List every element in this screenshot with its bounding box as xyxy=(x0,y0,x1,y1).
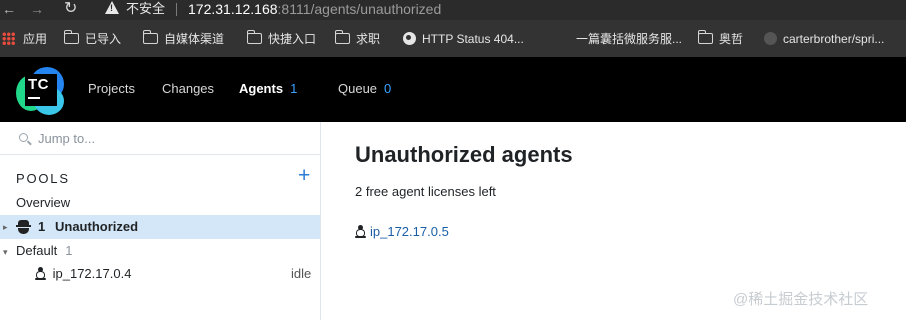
unauthorized-count: 1 xyxy=(38,219,46,234)
default-pool-count: 1 xyxy=(65,243,73,258)
linux-icon xyxy=(35,267,46,280)
bookmark-http-404[interactable]: HTTP Status 404... xyxy=(403,30,524,48)
bookmark-label: carterbrother/spri... xyxy=(783,32,885,46)
license-info: 2 free agent licenses left xyxy=(355,184,496,199)
add-pool-button[interactable]: + xyxy=(298,165,310,186)
url-field[interactable]: 172.31.12.168:8111/agents/unauthorized xyxy=(188,0,441,18)
not-secure-label[interactable]: 不安全 xyxy=(126,0,165,18)
nav-label: Projects xyxy=(88,81,135,96)
page-title: Unauthorized agents xyxy=(355,142,573,167)
agent-status: idle xyxy=(291,266,312,281)
jump-to-search xyxy=(0,122,321,155)
warning-icon[interactable] xyxy=(105,1,119,14)
bookmark-imported[interactable]: 已导入 xyxy=(64,30,121,48)
bookmark-label: 已导入 xyxy=(85,32,122,46)
bookmark-aozhe[interactable]: 奥哲 xyxy=(698,30,743,48)
sidebar-item-default-pool[interactable]: ▾ Default 1 xyxy=(0,239,320,263)
agent-entry: ip_172.17.0.4 xyxy=(35,262,131,286)
watermark: @稀土掘金技术社区 xyxy=(733,291,869,308)
nav-label: Queue xyxy=(338,81,378,96)
main-content: Unauthorized agents 2 free agent license… xyxy=(322,122,906,320)
sidebar-item-unauthorized[interactable]: ▸ 1 Unauthorized xyxy=(0,215,320,239)
bookmark-github-carterbrother[interactable]: carterbrother/spri... xyxy=(764,30,884,48)
logo-underline xyxy=(28,97,40,99)
bookmark-shortcuts[interactable]: 快捷入口 xyxy=(247,30,316,48)
unauthorized-agent-icon xyxy=(16,220,31,234)
address-separator xyxy=(176,3,177,16)
bookmarks-bar: 应用 已导入 自媒体渠道 快捷入口 求职 HTTP Status 404... … xyxy=(0,20,906,57)
github-icon xyxy=(764,32,777,45)
nav-projects[interactable]: Projects xyxy=(88,57,135,120)
unauthorized-agent-entry: ip_172.17.0.5 xyxy=(355,224,449,239)
unauthorized-label: Unauthorized xyxy=(55,219,139,234)
folder-icon xyxy=(64,30,79,44)
nav-agents[interactable]: Agents 1 xyxy=(239,57,297,120)
apps-grid-icon xyxy=(2,32,15,45)
agent-name: ip_172.17.0.4 xyxy=(52,266,132,281)
bookmark-apps[interactable]: 应用 xyxy=(2,30,47,48)
url-host: 172.31.12.168 xyxy=(188,1,278,17)
bookmark-jobs[interactable]: 求职 xyxy=(335,30,380,48)
nav-label: Agents xyxy=(239,81,284,96)
bookmark-label: 快捷入口 xyxy=(268,32,317,46)
bookmark-label: 奥哲 xyxy=(719,32,744,46)
linux-icon xyxy=(355,225,366,238)
bookmark-media-channels[interactable]: 自媒体渠道 xyxy=(143,30,224,48)
queue-count: 0 xyxy=(384,81,392,96)
nav-label: Changes xyxy=(162,81,215,96)
sidebar-item-agent[interactable]: ip_172.17.0.4 idle xyxy=(0,262,320,286)
url-path: :8111/agents/unauthorized xyxy=(277,1,442,17)
teamcity-logo[interactable]: TC xyxy=(16,65,66,115)
bookmark-label: 一篇囊括微服务服... xyxy=(576,32,683,46)
nav-queue[interactable]: Queue 0 xyxy=(338,57,391,120)
nav-changes[interactable]: Changes xyxy=(162,57,214,120)
browser-address-bar: ← → ↻ 不安全 172.31.12.168:8111/agents/unau… xyxy=(0,0,906,20)
jump-to-input[interactable] xyxy=(38,129,308,147)
expand-caret-icon[interactable]: ▸ xyxy=(3,215,8,239)
bookmark-microservices-article[interactable]: 一篇囊括微服务服... xyxy=(576,30,682,48)
agents-count: 1 xyxy=(290,81,298,96)
bookmark-label: HTTP Status 404... xyxy=(422,32,524,46)
default-pool-label: Default 1 xyxy=(16,243,73,258)
agent-link[interactable]: ip_172.17.0.5 xyxy=(370,224,449,239)
forward-arrow-icon[interactable]: → xyxy=(30,0,44,20)
folder-icon xyxy=(335,30,350,44)
reload-icon[interactable]: ↻ xyxy=(64,0,77,20)
sidebar: POOLS + Overview ▸ 1 Unauthorized ▾ Defa… xyxy=(0,122,321,320)
search-icon xyxy=(19,133,28,142)
globe-icon xyxy=(403,32,416,45)
sidebar-item-overview[interactable]: Overview xyxy=(0,191,320,215)
collapse-caret-icon[interactable]: ▾ xyxy=(3,240,8,264)
overview-label: Overview xyxy=(16,195,71,210)
folder-icon xyxy=(698,30,713,44)
bookmark-label: 自媒体渠道 xyxy=(164,32,225,46)
back-arrow-icon[interactable]: ← xyxy=(2,0,16,20)
folder-icon xyxy=(247,30,262,44)
folder-icon xyxy=(143,30,158,44)
logo-text: TC xyxy=(28,76,49,93)
bookmark-label: 求职 xyxy=(356,32,381,46)
teamcity-header: TC Projects Changes Agents 1 Queue 0 xyxy=(0,57,906,122)
pools-heading: POOLS xyxy=(16,171,70,186)
bookmark-label: 应用 xyxy=(23,32,48,46)
